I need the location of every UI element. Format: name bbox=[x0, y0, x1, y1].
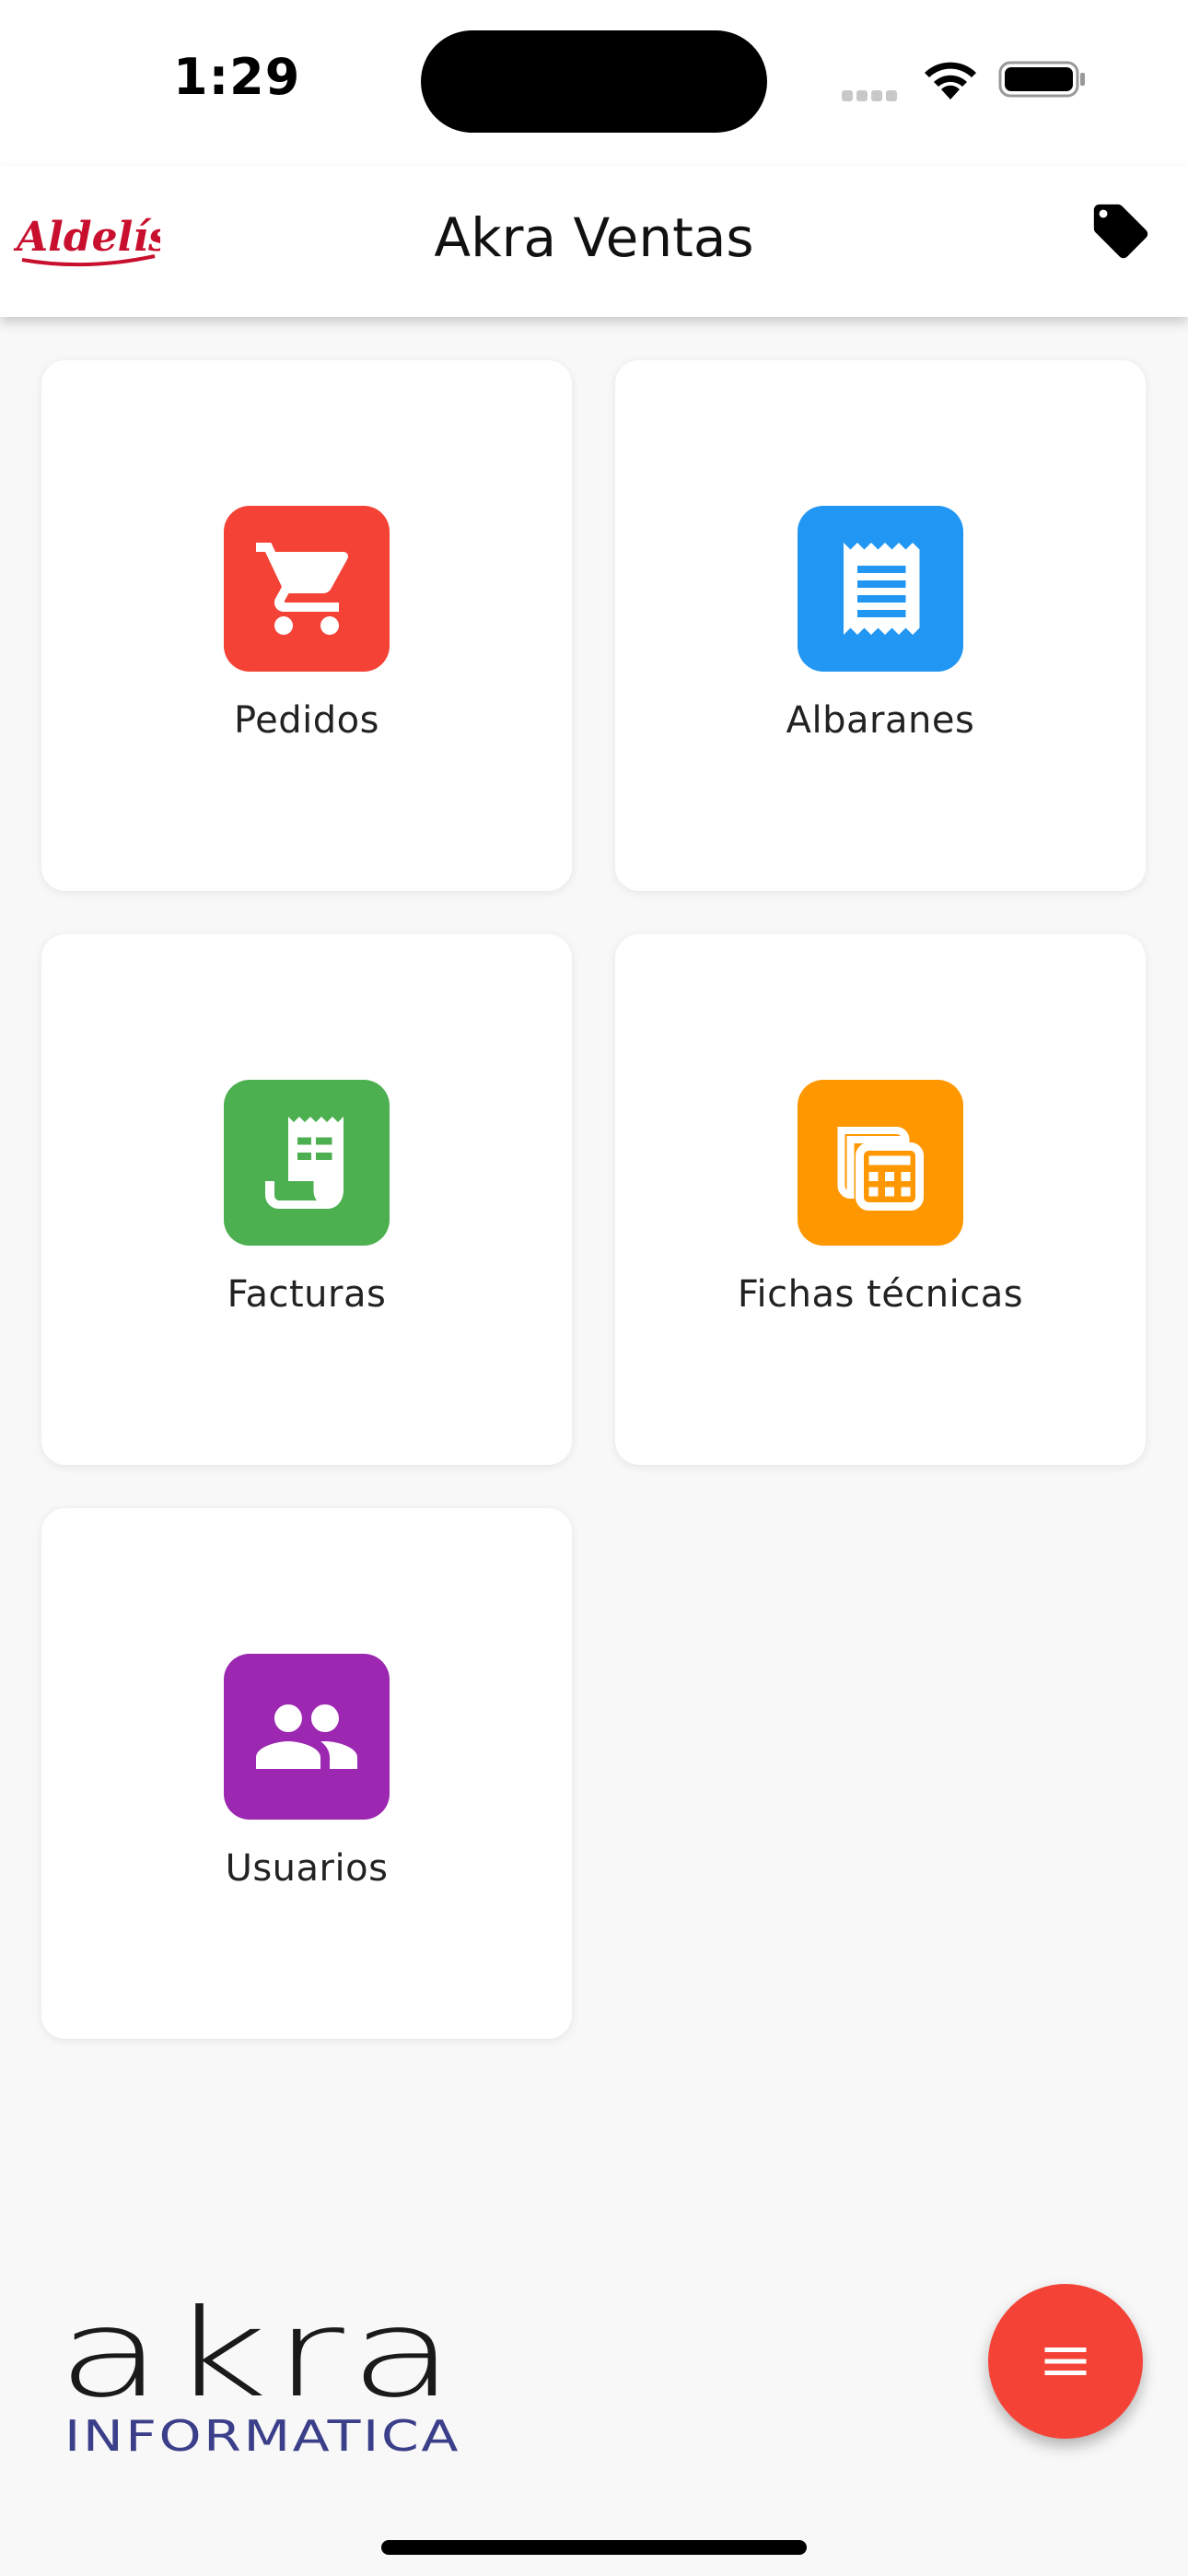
cellular-signal-icon bbox=[842, 88, 906, 101]
facturas-tile bbox=[224, 1080, 390, 1246]
wifi-icon bbox=[925, 62, 976, 100]
menu-card-label: Albaranes bbox=[786, 699, 975, 742]
battery-icon bbox=[998, 61, 1085, 98]
menu-card-fichas-tecnicas[interactable]: Fichas técnicas bbox=[615, 934, 1146, 1465]
receipt-icon bbox=[844, 543, 920, 635]
akra-informatica-logo: akra INFORMATICA bbox=[57, 2303, 460, 2460]
home-indicator[interactable] bbox=[381, 2540, 807, 2555]
invoice-icon bbox=[265, 1117, 344, 1209]
shopping-cart-icon bbox=[256, 543, 349, 635]
status-time: 1:29 bbox=[173, 48, 301, 106]
albaranes-tile bbox=[798, 506, 963, 672]
menu-card-pedidos[interactable]: Pedidos bbox=[41, 360, 572, 891]
menu-icon bbox=[1044, 2348, 1087, 2375]
app-bar: Aldelís Akra Ventas bbox=[0, 166, 1188, 317]
menu-card-facturas[interactable]: Facturas bbox=[41, 934, 572, 1465]
fichas-tecnicas-tile bbox=[798, 1080, 963, 1246]
menu-card-label: Usuarios bbox=[225, 1847, 389, 1890]
tag-icon[interactable] bbox=[1089, 199, 1153, 263]
status-bar: 1:29 bbox=[0, 0, 1188, 166]
menu-card-label: Facturas bbox=[227, 1273, 387, 1316]
dynamic-island bbox=[421, 30, 767, 133]
menu-card-usuarios[interactable]: Usuarios bbox=[41, 1508, 572, 2039]
menu-card-albaranes[interactable]: Albaranes bbox=[615, 360, 1146, 891]
svg-text:INFORMATICA: INFORMATICA bbox=[64, 2411, 460, 2460]
menu-fab-button[interactable] bbox=[988, 2284, 1143, 2439]
calculator-icon bbox=[837, 1127, 924, 1211]
menu-card-label: Pedidos bbox=[233, 699, 379, 742]
usuarios-tile bbox=[224, 1654, 390, 1820]
menu-card-label: Fichas técnicas bbox=[737, 1273, 1024, 1316]
app-title: Akra Ventas bbox=[434, 206, 754, 269]
svg-text:akra: akra bbox=[57, 2303, 460, 2425]
pedidos-tile bbox=[224, 506, 390, 672]
people-icon bbox=[256, 1704, 357, 1769]
screen: 1:29 Aldelís Akra Ventas Pedidos Albaran… bbox=[0, 0, 1188, 2576]
